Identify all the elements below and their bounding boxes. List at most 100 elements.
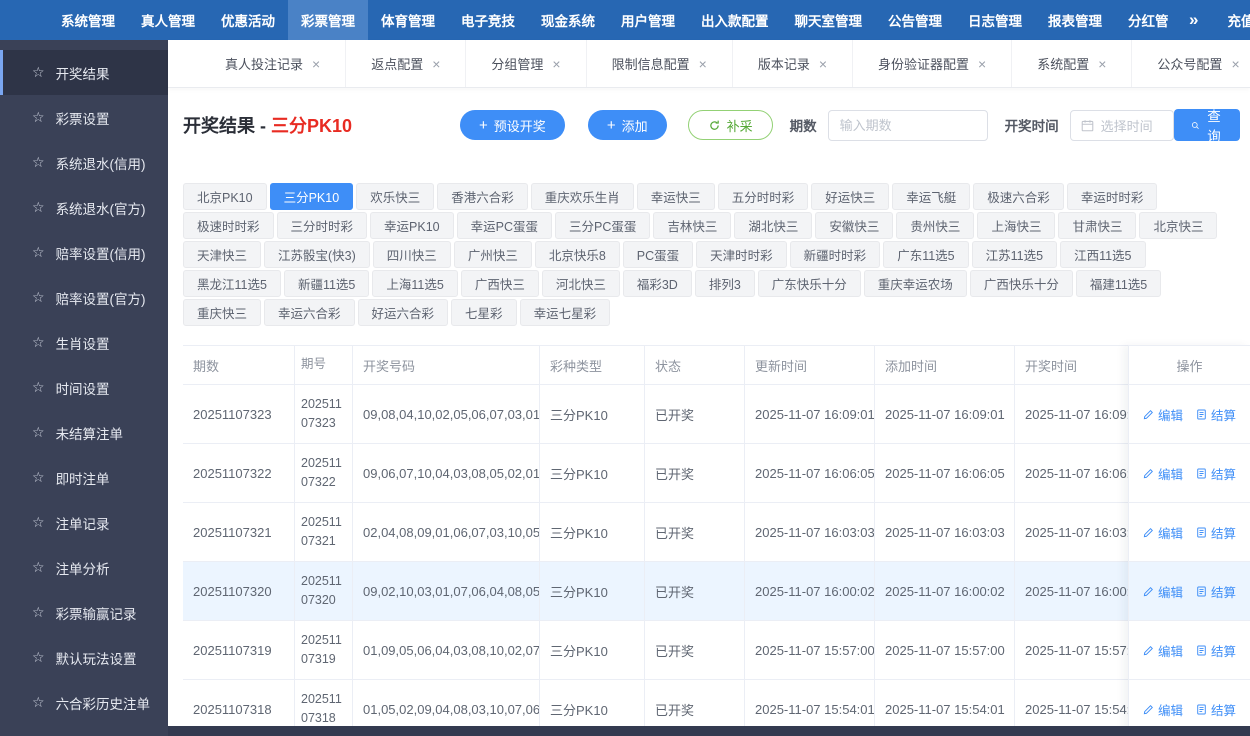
topnav-item[interactable]: 系统管理 [48,0,128,40]
edit-button[interactable]: 编辑 [1143,523,1183,542]
lottery-type-tab[interactable]: 香港六合彩 [437,183,528,210]
sidebar-item[interactable]: ☆ 赔率设置(官方) [0,275,168,320]
sidebar-item[interactable]: ☆ 注单记录 [0,500,168,545]
sidebar-item[interactable]: ☆ 彩票输赢记录 [0,590,168,635]
lottery-type-tab[interactable]: 五分时时彩 [717,183,809,210]
lottery-type-tab[interactable]: 上海快三 [977,212,1056,239]
open-tab[interactable]: 系统配置 × [1012,40,1133,87]
lottery-type-tab[interactable]: 天津快三 [183,241,262,268]
close-icon[interactable]: × [312,56,320,72]
topnav-item[interactable]: 体育管理 [368,0,448,40]
close-icon[interactable]: × [699,56,707,72]
sidebar-item[interactable]: ☆ 系统退水(官方) [0,185,168,230]
lottery-type-tab[interactable]: 北京PK10 [183,183,267,210]
lottery-type-tab[interactable]: 好运六合彩 [357,299,449,326]
close-icon[interactable]: × [432,56,440,72]
lottery-type-tab[interactable]: 甘肃快三 [1058,212,1137,239]
settle-button[interactable]: 结算 [1196,582,1236,601]
close-icon[interactable]: × [978,56,986,72]
topnav-item[interactable]: 日志管理 [955,0,1035,40]
lottery-type-tab[interactable]: 湖北快三 [734,212,813,239]
lottery-type-tab[interactable]: 重庆快三 [183,299,262,326]
sidebar-item[interactable]: ☆ 六合彩历史注单 [0,680,168,725]
lottery-type-tab[interactable]: 广西快乐十分 [969,270,1073,297]
lottery-type-tab[interactable]: 贵州快三 [896,212,975,239]
lottery-type-tab[interactable]: 广东11选5 [883,241,969,268]
lottery-type-tab[interactable]: 新疆时时彩 [789,241,881,268]
lottery-type-tab[interactable]: 吉林快三 [653,212,732,239]
lottery-type-tab[interactable]: 重庆幸运农场 [863,270,967,297]
close-icon[interactable]: × [1098,56,1106,72]
settle-button[interactable]: 结算 [1196,700,1236,719]
edit-button[interactable]: 编辑 [1143,405,1183,424]
settle-button[interactable]: 结算 [1196,405,1236,424]
topnav-item[interactable]: 公告管理 [875,0,955,40]
open-tab[interactable]: 身份验证器配置 × [853,40,1013,87]
lottery-type-tab[interactable]: 极速时时彩 [183,212,274,239]
open-tab[interactable]: 真人投注记录 × [200,40,347,87]
lottery-type-tab[interactable]: 好运快三 [811,183,890,210]
horizontal-scrollbar[interactable] [168,726,1250,736]
lottery-type-tab[interactable]: 天津时时彩 [696,241,787,268]
sidebar-item[interactable]: ☆ 未结算注单 [0,410,168,455]
sidebar-item[interactable]: ☆ 彩票设置 [0,95,168,140]
lottery-type-tab[interactable]: 上海11选5 [372,270,458,297]
topnav-item[interactable]: 优惠活动 [208,0,288,40]
add-button[interactable]: + 添加 [587,110,667,140]
settle-button[interactable]: 结算 [1196,464,1236,483]
lottery-type-tab[interactable]: 广州快三 [453,241,532,268]
topnav-item[interactable]: 真人管理 [128,0,208,40]
lottery-type-tab[interactable]: 极速六合彩 [973,183,1064,210]
sidebar-item[interactable]: ☆ 即时注单 [0,455,168,500]
topnav-item[interactable]: 彩票管理 [288,0,368,40]
edit-button[interactable]: 编辑 [1143,700,1183,719]
lottery-type-tab[interactable]: 幸运七星彩 [519,299,611,326]
lottery-type-tab[interactable]: 三分PC蛋蛋 [555,212,651,239]
open-tab[interactable]: 返点配置 × [346,40,467,87]
sidebar-item[interactable]: ☆ 生肖设置 [0,320,168,365]
draw-time-picker[interactable]: 选择时间 [1069,109,1174,141]
topnav-item[interactable]: 用户管理 [608,0,688,40]
lottery-type-tab[interactable]: 广东快乐十分 [757,270,861,297]
lottery-type-tab[interactable]: 广西快三 [460,270,539,297]
lottery-type-tab[interactable]: 福彩3D [622,270,692,297]
sidebar-item[interactable]: ☆ 赔率设置(信用) [0,230,168,275]
lottery-type-tab[interactable]: 三分时时彩 [276,212,368,239]
topnav-right-item[interactable]: 充值 [1206,0,1250,40]
settle-button[interactable]: 结算 [1196,523,1236,542]
nav-overflow-icon[interactable]: » [1181,10,1206,30]
lottery-type-tab[interactable]: 北京快三 [1139,212,1218,239]
lottery-type-tab[interactable]: 幸运六合彩 [264,299,355,326]
topnav-item[interactable]: 现金系统 [528,0,608,40]
issue-input[interactable] [827,109,988,141]
edit-button[interactable]: 编辑 [1143,582,1183,601]
lottery-type-tab[interactable]: 黑龙江11选5 [183,270,281,297]
open-tab[interactable]: 版本记录 × [733,40,854,87]
lottery-type-tab[interactable]: 江西11选5 [1060,241,1146,268]
lottery-type-tab[interactable]: 幸运时时彩 [1066,183,1158,210]
lottery-type-tab[interactable]: 北京快乐8 [534,241,620,268]
lottery-type-tab[interactable]: 欢乐快三 [356,183,435,210]
lottery-type-tab[interactable]: 四川快三 [372,241,451,268]
sidebar-item[interactable]: ☆ 默认玩法设置 [0,635,168,680]
lottery-type-tab[interactable]: PC蛋蛋 [622,241,694,268]
sidebar-item[interactable]: ☆ 系统退水(信用) [0,140,168,185]
topnav-item[interactable]: 聊天室管理 [782,0,876,40]
topnav-item[interactable]: 报表管理 [1035,0,1115,40]
search-button[interactable]: 查询 [1173,109,1240,144]
topnav-item[interactable]: 电子竞技 [448,0,528,40]
edit-button[interactable]: 编辑 [1143,464,1183,483]
close-icon[interactable]: × [552,56,560,72]
sidebar-item[interactable]: ☆ 时间设置 [0,365,168,410]
sidebar-item[interactable]: ☆ 开奖结果 [0,50,168,95]
lottery-type-tab[interactable]: 江苏骰宝(快3) [264,241,370,268]
close-icon[interactable]: × [819,56,827,72]
lottery-type-tab[interactable]: 幸运PK10 [370,212,454,239]
lottery-type-tab[interactable]: 七星彩 [451,299,517,326]
lottery-type-tab[interactable]: 幸运PC蛋蛋 [456,212,552,239]
topnav-item[interactable]: 分红管理 [1115,0,1181,40]
lottery-type-tab[interactable]: 排列3 [694,270,755,297]
lottery-type-tab[interactable]: 幸运快三 [636,183,715,210]
lottery-type-tab[interactable]: 河北快三 [541,270,620,297]
close-icon[interactable]: × [1231,56,1239,72]
